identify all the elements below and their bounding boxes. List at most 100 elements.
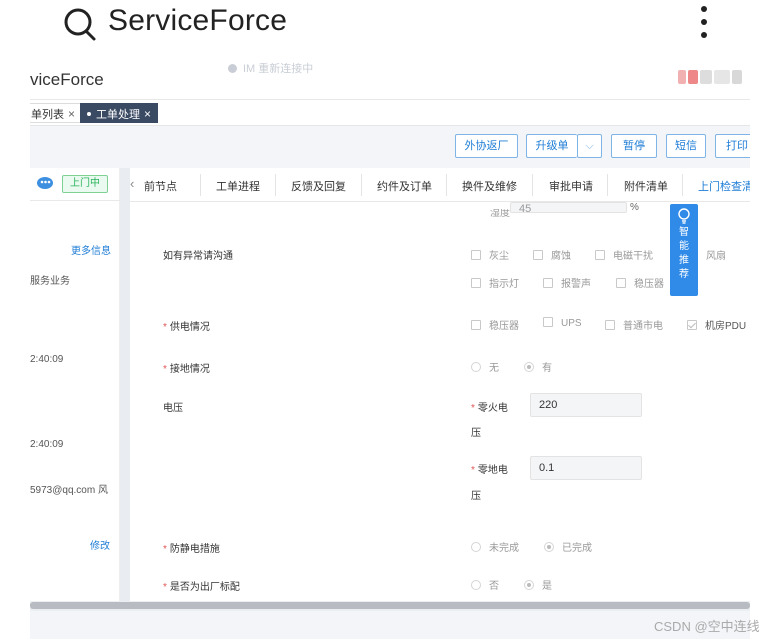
smart-recommend-button[interactable]: 智 能 推 荐: [670, 204, 698, 296]
pause-button[interactable]: 暂停: [611, 134, 657, 158]
divider: [607, 174, 608, 196]
main-content: ‹ 前节点 工单进程 反馈及回复 约件及订单 换件及维修 审批申请 附件清单 上…: [130, 168, 750, 604]
divider: [200, 174, 201, 196]
horizontal-scrollbar[interactable]: [30, 601, 750, 611]
chevron-down-icon[interactable]: ⌵: [577, 134, 602, 158]
required-mark: *: [471, 465, 475, 476]
app-topbar: viceForce IM 重新连接中: [30, 60, 750, 100]
required-mark: *: [163, 582, 167, 593]
voltage-field-label-cont: 压: [471, 428, 481, 439]
smart-char: 能: [679, 241, 689, 252]
humidity-label: 湿度: [490, 208, 510, 219]
timestamp: 2:40:09: [30, 354, 64, 365]
divider: [446, 174, 447, 196]
section-tab[interactable]: 审批申请: [549, 178, 593, 194]
ground-label: * 接地情况: [163, 364, 210, 375]
active-dot: [87, 112, 91, 116]
radio-option-checked[interactable]: 是: [524, 577, 552, 592]
more-info-link[interactable]: 更多信息: [71, 242, 111, 257]
section-tabs: ‹ 前节点 工单进程 反馈及回复 约件及订单 换件及维修 审批申请 附件清单 上…: [130, 168, 750, 202]
status-badge: 上门中: [62, 175, 108, 193]
humidity-input[interactable]: 45: [510, 202, 627, 215]
smart-char: 荐: [679, 269, 689, 280]
section-tab[interactable]: 换件及维修: [462, 178, 517, 194]
radio-option[interactable]: 未完成: [471, 539, 519, 554]
checkbox-option[interactable]: 风扇: [706, 247, 726, 262]
checkbox-option-checked[interactable]: 机房PDU: [687, 317, 746, 332]
tab-work-order[interactable]: 工单处理 ×: [80, 103, 159, 123]
required-mark: *: [163, 544, 167, 555]
required-mark: *: [471, 403, 475, 414]
divider: [682, 174, 683, 196]
section-tab-active[interactable]: 上门检查清: [698, 178, 750, 194]
neutral-ground-voltage-input[interactable]: 0.1: [530, 456, 642, 480]
service-type: 服务业务: [30, 276, 70, 287]
factory-label: * 是否为出厂标配: [163, 582, 240, 593]
weather-icon: [37, 177, 53, 189]
section-tab[interactable]: 前节点: [144, 178, 177, 194]
voltage-field-label-cont: 压: [471, 491, 481, 502]
voltage-label: 电压: [163, 403, 183, 414]
close-icon[interactable]: ×: [68, 107, 75, 121]
chevron-left-icon[interactable]: ‹: [130, 176, 134, 191]
section-tab[interactable]: 反馈及回复: [291, 178, 346, 194]
search-icon[interactable]: [62, 6, 98, 42]
section-tab[interactable]: 约件及订单: [377, 178, 432, 194]
watermark: CSDN @空中连线: [654, 619, 760, 634]
radio-option[interactable]: 否: [471, 577, 499, 592]
required-mark: *: [163, 322, 167, 333]
live-neutral-voltage-input[interactable]: 220: [530, 393, 642, 417]
upgrade-button[interactable]: 升级单: [526, 134, 577, 158]
info-icon: [228, 64, 237, 73]
checkbox-option[interactable]: 指示灯: [471, 275, 519, 290]
sms-button[interactable]: 短信: [666, 134, 706, 158]
app-title: viceForce: [30, 70, 104, 89]
scrollbar[interactable]: [120, 168, 130, 604]
antistatic-label: * 防静电措施: [163, 544, 220, 555]
divider: [275, 174, 276, 196]
radio-option[interactable]: 无: [471, 359, 499, 374]
required-mark: *: [163, 364, 167, 375]
unit-percent: %: [630, 202, 639, 213]
section-tab[interactable]: 工单进程: [216, 178, 260, 194]
app-window: viceForce IM 重新连接中 单列表 × 工单处理 × 外协返厂 升级单 ⌵…: [30, 60, 750, 639]
left-panel: 上门中 更多信息 服务业务 2:40:09 2:40:09 5973@qq.co…: [30, 168, 120, 608]
checkbox-option[interactable]: 灰尘: [471, 247, 509, 262]
checkbox-option[interactable]: 电磁干扰: [595, 247, 653, 262]
im-status-text: IM 重新连接中: [243, 63, 314, 75]
divider: [361, 174, 362, 196]
toolbar: 外协返厂 升级单 ⌵ 暂停 短信 打印: [30, 126, 750, 168]
abnormal-label: 如有异常请沟通: [163, 251, 233, 262]
radio-option-checked[interactable]: 有: [524, 359, 552, 374]
smart-char: 智: [679, 227, 689, 238]
checkbox-option[interactable]: UPS: [543, 317, 582, 329]
tab-order-list[interactable]: 单列表 ×: [30, 103, 83, 123]
divider: [532, 174, 533, 196]
phone-header: ServiceForce: [0, 0, 772, 52]
lightbulb-icon: [678, 208, 690, 224]
checkbox-option[interactable]: 稳压器: [616, 275, 664, 290]
timestamp: 2:40:09: [30, 439, 64, 450]
scrollbar-thumb[interactable]: [30, 602, 750, 609]
checkbox-option[interactable]: 报警声: [543, 275, 591, 290]
tab-label: 单列表: [31, 109, 64, 121]
more-vert-icon[interactable]: [698, 6, 710, 42]
user-avatar[interactable]: [678, 70, 744, 86]
checkbox-option[interactable]: 稳压器: [471, 317, 519, 332]
smart-char: 推: [679, 255, 689, 266]
checkbox-option[interactable]: 普通市电: [605, 317, 663, 332]
email-value: 5973@qq.com 风: [30, 485, 108, 496]
divider: [30, 200, 120, 201]
power-label: * 供电情况: [163, 322, 210, 333]
section-tab[interactable]: 附件清单: [624, 178, 668, 194]
radio-option-checked[interactable]: 已完成: [544, 539, 592, 554]
voltage-field-label: * 零地电: [471, 465, 508, 476]
edit-link[interactable]: 修改: [90, 537, 110, 552]
checkbox-option[interactable]: 腐蚀: [533, 247, 571, 262]
im-status: IM 重新连接中: [228, 60, 313, 76]
page-tabs: 单列表 × 工单处理 ×: [30, 100, 750, 126]
outsource-button[interactable]: 外协返厂: [455, 134, 518, 158]
tab-label: 工单处理: [96, 109, 140, 121]
print-button[interactable]: 打印: [715, 134, 750, 158]
close-icon[interactable]: ×: [144, 107, 151, 121]
